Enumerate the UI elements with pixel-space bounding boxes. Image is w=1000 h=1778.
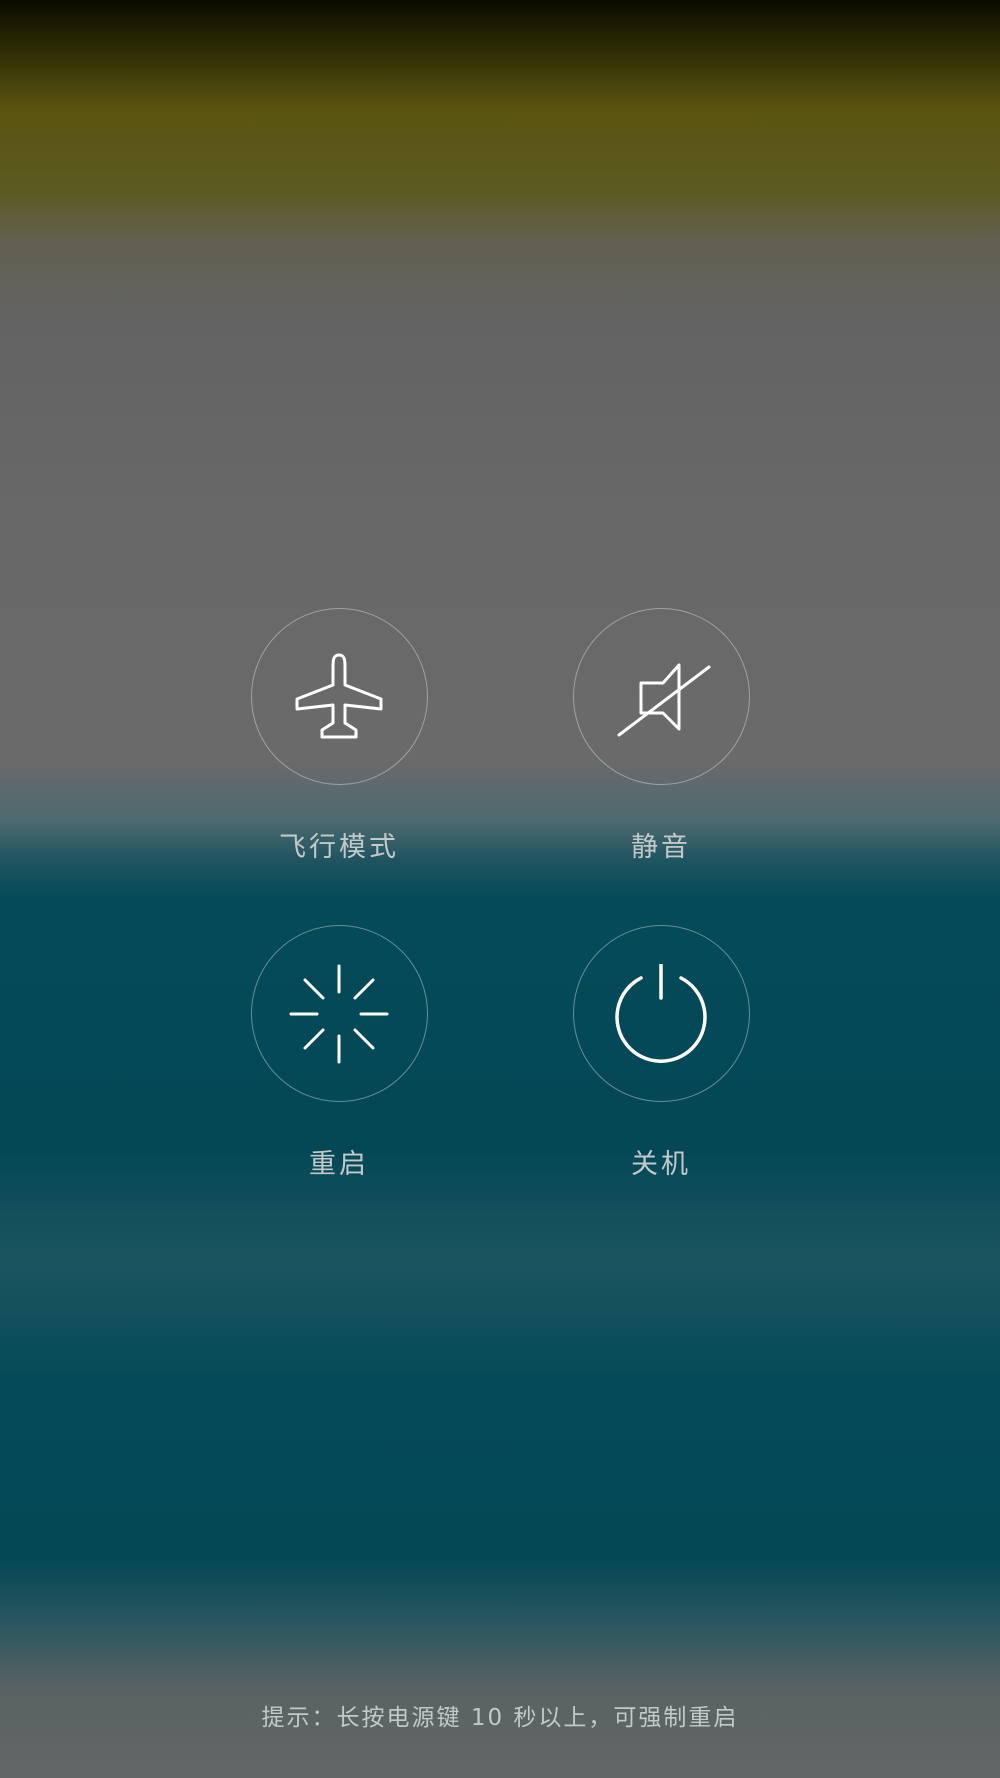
airplane-mode-label: 飞行模式	[279, 832, 399, 863]
power-off-button[interactable]: 关机	[551, 925, 771, 1181]
power-off-circle[interactable]	[572, 925, 750, 1102]
power-icon	[615, 963, 707, 1063]
airplane-mode-circle[interactable]	[250, 608, 428, 785]
power-off-label: 关机	[631, 1149, 691, 1180]
airplane-icon	[295, 653, 383, 738]
mute-label: 静音	[631, 832, 691, 863]
mute-circle[interactable]	[572, 608, 750, 785]
mute-button[interactable]: 静音	[551, 608, 771, 864]
power-menu: 飞行模式 静音 重启 关机	[0, 0, 1000, 1778]
restart-spinner-icon	[289, 964, 389, 1063]
speaker-muted-icon	[617, 663, 711, 736]
force-restart-hint: 提示：长按电源键 10 秒以上，可强制重启	[261, 1705, 739, 1731]
restart-button[interactable]: 重启	[229, 925, 449, 1181]
restart-circle[interactable]	[250, 925, 428, 1102]
airplane-mode-button[interactable]: 飞行模式	[229, 608, 449, 864]
restart-label: 重启	[309, 1149, 369, 1180]
